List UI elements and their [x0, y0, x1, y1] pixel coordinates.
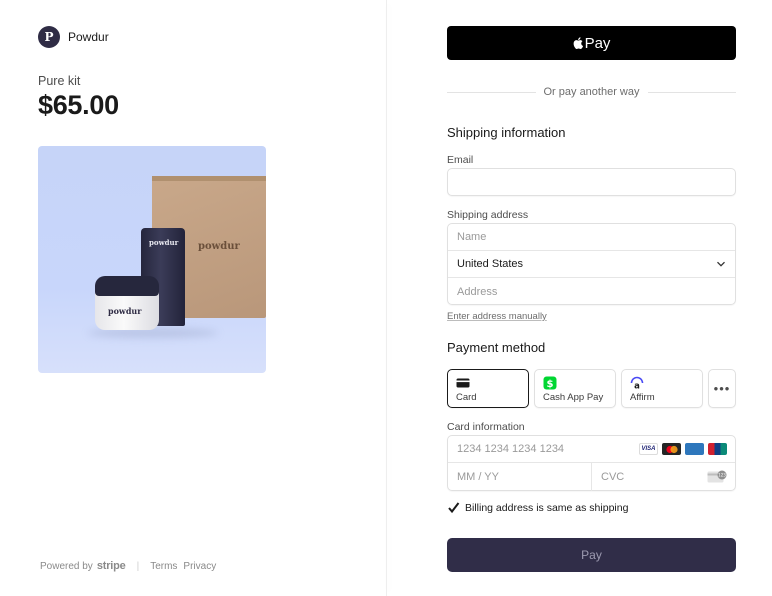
stripe-logo[interactable]: stripe — [97, 560, 126, 572]
apple-icon — [573, 37, 583, 49]
enter-address-manually-link[interactable]: Enter address manually — [447, 311, 547, 322]
or-divider: Or pay another way — [447, 84, 736, 100]
tab-card-label: Card — [456, 392, 477, 403]
billing-same-checkbox-row[interactable]: Billing address is same as shipping — [447, 501, 628, 514]
svg-text:123: 123 — [718, 473, 726, 478]
product-image: powdur powdur powdur — [38, 146, 266, 373]
email-field[interactable] — [447, 168, 736, 196]
merchant-header[interactable]: P Powdur — [38, 26, 109, 48]
card-information-group: 1234 1234 1234 1234 VISA MM / YY CVC 123 — [447, 435, 736, 491]
pane-divider — [386, 0, 387, 596]
pay-button[interactable]: Pay — [447, 538, 736, 572]
or-divider-text: Or pay another way — [543, 86, 640, 98]
card-brands: VISA — [639, 443, 727, 455]
card-number-field[interactable]: 1234 1234 1234 1234 VISA — [448, 436, 735, 463]
chevron-down-icon — [717, 261, 725, 267]
powered-by-text: Powered by — [40, 560, 93, 572]
card-number-placeholder: 1234 1234 1234 1234 — [457, 443, 565, 455]
tab-card[interactable]: Card — [447, 369, 529, 408]
apple-pay-button[interactable]: Pay — [447, 26, 736, 60]
cvc-card-icon: 123 — [707, 470, 727, 483]
footer: Powered by stripe | Terms Privacy — [40, 560, 222, 572]
terms-link[interactable]: Terms — [150, 561, 177, 572]
privacy-link[interactable]: Privacy — [183, 561, 216, 572]
footer-separator: | — [136, 560, 140, 572]
cash-app-icon: $ — [543, 376, 557, 390]
merchant-logo: P — [38, 26, 60, 48]
billing-same-label: Billing address is same as shipping — [465, 501, 629, 514]
product-price: $65.00 — [38, 90, 119, 120]
jar-logo-text: powdur — [108, 306, 142, 316]
email-label: Email — [447, 154, 474, 166]
order-summary-pane: P Powdur Pure kit $65.00 powdur powdur p… — [0, 0, 386, 596]
product-name: Pure kit — [38, 74, 81, 88]
cvc-placeholder: CVC — [601, 471, 625, 483]
card-information-label: Card information — [447, 421, 525, 433]
shipping-address-label: Shipping address — [447, 209, 529, 221]
product-jar-lid — [95, 276, 159, 296]
tab-affirm[interactable]: a Affirm — [621, 369, 703, 408]
checkmark-icon[interactable] — [447, 501, 460, 514]
merchant-name: Powdur — [68, 30, 109, 44]
pay-button-label: Pay — [581, 548, 602, 562]
more-payment-methods-button[interactable]: ••• — [708, 369, 736, 408]
affirm-icon: a — [630, 376, 644, 390]
address-field[interactable]: Address — [448, 278, 735, 305]
country-value: United States — [457, 258, 524, 270]
visa-icon: VISA — [639, 443, 658, 455]
svg-text:a: a — [634, 382, 640, 391]
apple-pay-label: Pay — [584, 34, 611, 52]
tube-logo-text: powdur — [149, 238, 179, 247]
box-logo-text: powdur — [198, 241, 240, 252]
more-icon: ••• — [713, 381, 731, 396]
mastercard-icon — [662, 443, 681, 455]
tab-affirm-label: Affirm — [630, 392, 655, 403]
shipping-address-group: Name United States Address — [447, 223, 736, 305]
tab-cash-app-label: Cash App Pay — [543, 392, 604, 403]
unionpay-icon — [708, 443, 727, 455]
svg-text:$: $ — [547, 379, 554, 390]
shipping-title: Shipping information — [447, 125, 566, 140]
name-field[interactable]: Name — [448, 224, 735, 251]
expiry-field[interactable]: MM / YY — [448, 463, 592, 491]
country-select[interactable]: United States — [448, 251, 735, 278]
amex-icon — [685, 443, 704, 455]
cvc-field[interactable]: CVC 123 — [592, 463, 736, 491]
credit-card-icon — [456, 378, 470, 388]
tab-cash-app-pay[interactable]: $ Cash App Pay — [534, 369, 616, 408]
payment-method-title: Payment method — [447, 340, 546, 355]
